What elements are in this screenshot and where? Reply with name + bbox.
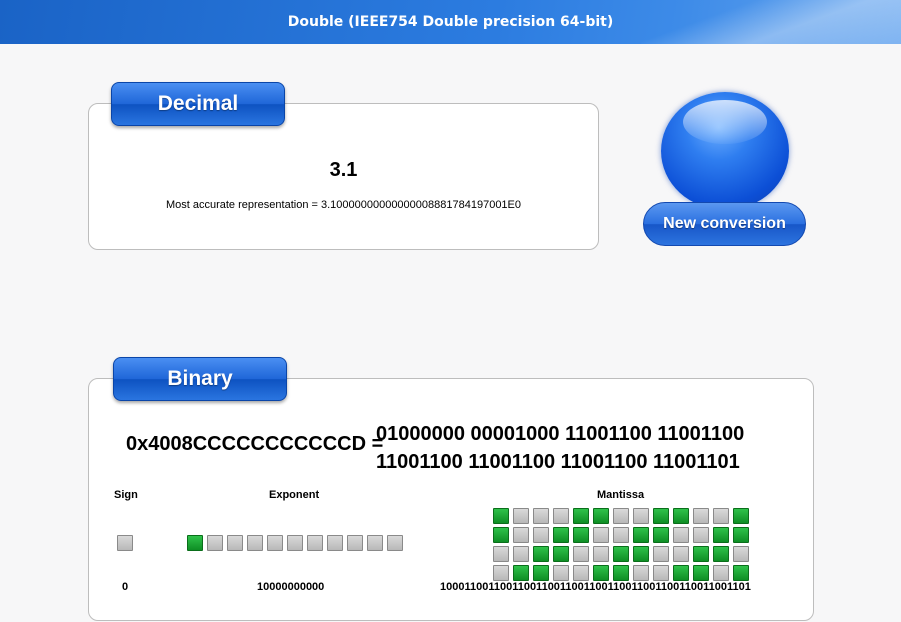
mantissa-bit-box: [533, 527, 549, 543]
mantissa-bit-box: [493, 565, 509, 581]
mantissa-bit-box: [553, 565, 569, 581]
exponent-bit-box: [187, 535, 203, 551]
title-bar: Double (IEEE754 Double precision 64-bit): [0, 0, 901, 44]
page-title: Double (IEEE754 Double precision 64-bit): [287, 14, 614, 30]
mantissa-bit-box: [633, 546, 649, 562]
mantissa-bit-box: [613, 508, 629, 524]
mantissa-bit-box: [513, 546, 529, 562]
new-conversion-button[interactable]: New conversion: [643, 202, 806, 246]
mantissa-bit-box: [733, 508, 749, 524]
exponent-bit-box: [387, 535, 403, 551]
mantissa-bit-box: [673, 508, 689, 524]
mantissa-bit-box: [613, 565, 629, 581]
mantissa-bit-box: [653, 508, 669, 524]
mantissa-bit-box: [693, 565, 709, 581]
mantissa-bit-box: [673, 527, 689, 543]
mantissa-bit-box: [693, 527, 709, 543]
mantissa-bit-box: [613, 527, 629, 543]
mantissa-bit-box: [733, 565, 749, 581]
mantissa-bit-box: [673, 565, 689, 581]
mantissa-bit-box: [633, 527, 649, 543]
accurate-representation: Most accurate representation = 3.1000000…: [165, 199, 522, 211]
mantissa-bit-box: [713, 508, 729, 524]
exponent-bit-box: [207, 535, 223, 551]
decimal-value: 3.1: [329, 159, 358, 181]
mantissa-bit-box: [733, 527, 749, 543]
mantissa-bit-box: [713, 546, 729, 562]
mantissa-bit-box: [613, 546, 629, 562]
mantissa-bit-box: [713, 527, 729, 543]
exponent-bit-box: [267, 535, 283, 551]
mantissa-bit-box: [513, 527, 529, 543]
mantissa-bit-box: [593, 565, 609, 581]
mantissa-bit-box: [633, 565, 649, 581]
mantissa-bit-box: [553, 508, 569, 524]
mantissa-bit-box: [533, 508, 549, 524]
decimal-tag: Decimal: [111, 82, 285, 126]
sign-header: Sign: [114, 489, 138, 501]
mantissa-bit-box: [653, 546, 669, 562]
mantissa-bit-box: [653, 565, 669, 581]
sign-bits-label: 0: [122, 581, 129, 593]
mantissa-bit-box: [573, 546, 589, 562]
mantissa-bit-box: [533, 546, 549, 562]
mantissa-bit-box: [493, 508, 509, 524]
mantissa-bit-box: [653, 527, 669, 543]
mantissa-bit-box: [493, 546, 509, 562]
sign-bit-box: [117, 535, 133, 551]
mantissa-bits-label: 1000110011001100110011001100110011001100…: [440, 581, 751, 593]
mantissa-bit-box: [693, 508, 709, 524]
bits-line-1: 01000000 00001000 11001100 11001100: [376, 423, 745, 445]
exponent-bit-box: [347, 535, 363, 551]
mantissa-bit-box: [593, 508, 609, 524]
exponent-bit-box: [307, 535, 323, 551]
mantissa-bit-box: [573, 565, 589, 581]
exponent-bit-box: [247, 535, 263, 551]
exponent-bit-box: [327, 535, 343, 551]
mantissa-bit-box: [593, 527, 609, 543]
exponent-bit-box: [367, 535, 383, 551]
mantissa-bit-box: [553, 527, 569, 543]
exponent-bits-label: 10000000000: [257, 581, 325, 593]
exponent-bit-box: [287, 535, 303, 551]
mantissa-bit-box: [673, 546, 689, 562]
mantissa-bit-box: [493, 527, 509, 543]
mantissa-bit-box: [633, 508, 649, 524]
exponent-header: Exponent: [269, 489, 320, 501]
mantissa-bit-box: [513, 565, 529, 581]
hex-value: 0x4008CCCCCCCCCCCD =: [126, 433, 384, 455]
mantissa-bit-box: [513, 508, 529, 524]
bits-line-2: 11001100 11001100 11001100 11001101: [376, 451, 740, 473]
binary-bits: 01000000 00001000 11001100 11001100 1100…: [376, 420, 744, 476]
mantissa-bit-box: [593, 546, 609, 562]
title-shine: [641, 0, 901, 44]
mantissa-bit-box: [733, 546, 749, 562]
mantissa-bit-box: [693, 546, 709, 562]
mantissa-header: Mantissa: [597, 489, 645, 501]
exponent-bit-box: [227, 535, 243, 551]
mantissa-bit-box: [533, 565, 549, 581]
mantissa-bit-box: [713, 565, 729, 581]
new-conversion-orb-icon[interactable]: [661, 92, 789, 210]
mantissa-bit-box: [573, 527, 589, 543]
mantissa-bit-box: [553, 546, 569, 562]
binary-tag: Binary: [113, 357, 287, 401]
mantissa-bit-box: [573, 508, 589, 524]
